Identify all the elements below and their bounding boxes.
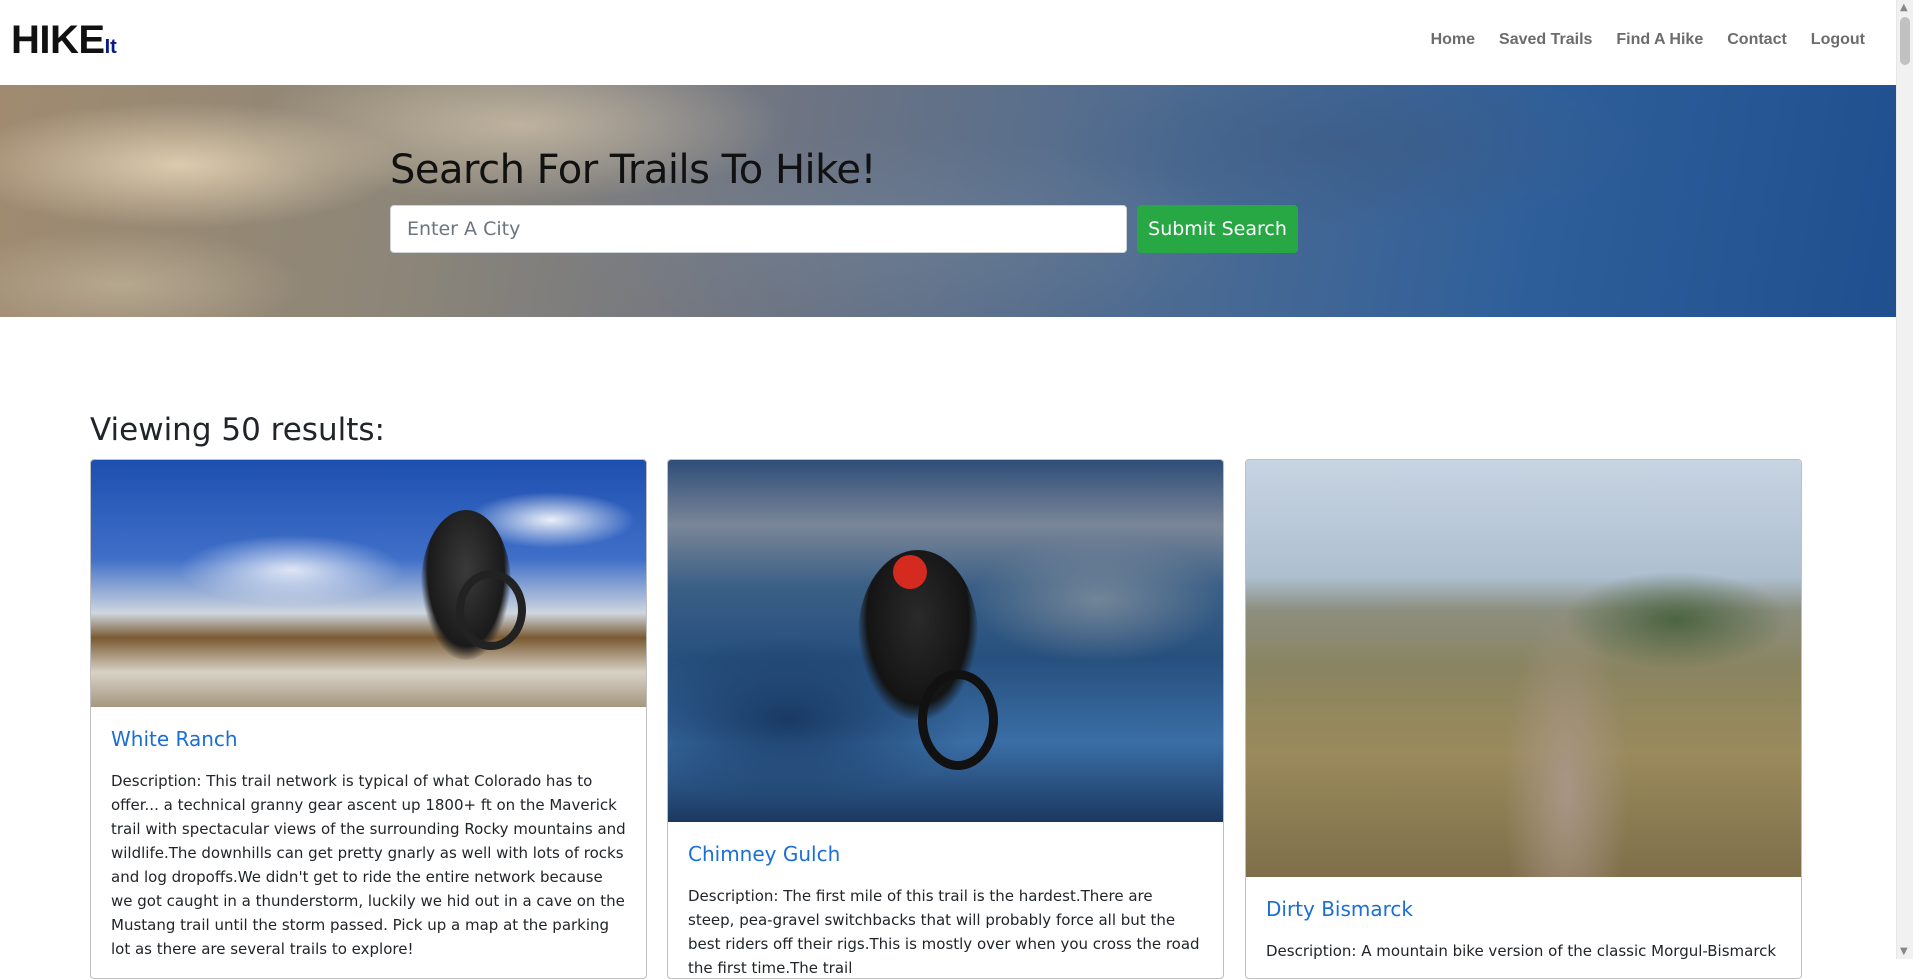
nav-menu: Home Saved Trails Find A Hike Contact Lo… [1431,31,1865,49]
navbar: HIKEIt Home Saved Trails Find A Hike Con… [0,0,1897,85]
scroll-up-icon[interactable]: ▲ [1900,2,1908,13]
trail-title-link[interactable]: White Ranch [111,727,626,751]
brand-main: HIKE [11,18,105,62]
trail-title-link[interactable]: Chimney Gulch [688,842,1203,866]
nav-contact-link[interactable]: Contact [1727,31,1787,49]
nav-find-a-hike-link[interactable]: Find A Hike [1616,31,1703,49]
trail-description: Description: This trail network is typic… [111,772,626,958]
nav-saved-trails-link[interactable]: Saved Trails [1499,31,1592,49]
hero-banner: Search For Trails To Hike! Submit Search [0,85,1897,317]
trail-image[interactable] [91,460,646,707]
trail-title-link[interactable]: Dirty Bismarck [1266,897,1781,921]
nav-home-link[interactable]: Home [1431,31,1475,49]
page-scrollbar[interactable]: ▲ ▼ [1896,0,1913,959]
nav-logout-link[interactable]: Logout [1811,31,1865,49]
trail-card: Dirty Bismarck Description: A mountain b… [1245,459,1802,979]
trail-image[interactable] [1246,460,1801,877]
scroll-down-icon[interactable]: ▼ [1900,946,1908,957]
trail-card: Chimney Gulch Description: The first mil… [667,459,1224,979]
brand-logo[interactable]: HIKEIt [11,18,117,63]
brand-suffix: It [104,36,117,58]
results-heading: Viewing 50 results: [90,412,385,448]
trail-image[interactable] [668,460,1223,822]
hero-title: Search For Trails To Hike! [390,147,877,193]
city-search-input[interactable] [390,205,1127,253]
trail-description: Description: The first mile of this trai… [688,887,1200,977]
scrollbar-thumb[interactable] [1900,17,1910,65]
trail-card: White Ranch Description: This trail netw… [90,459,647,979]
submit-search-button[interactable]: Submit Search [1137,205,1298,253]
trail-description: Description: A mountain bike version of … [1266,942,1777,960]
